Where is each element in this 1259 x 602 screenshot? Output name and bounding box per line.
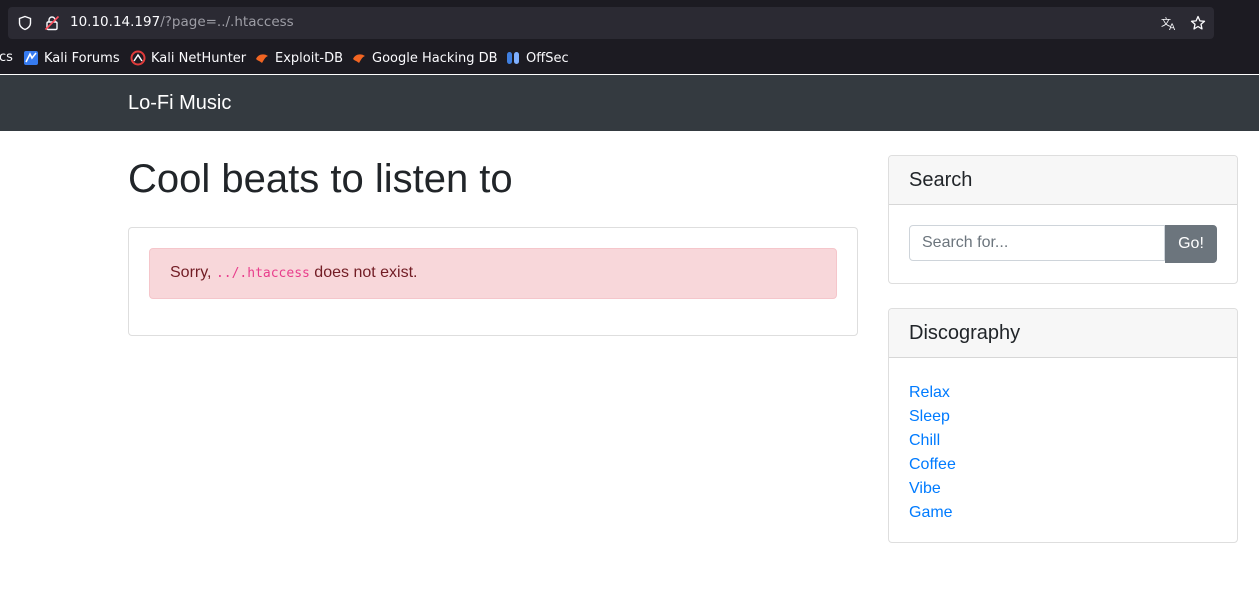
list-item: Game	[909, 501, 956, 525]
bookmark-exploit-db[interactable]: Exploit-DB	[254, 50, 343, 66]
insecure-lock-icon[interactable]	[44, 15, 60, 31]
ghdb-icon	[353, 54, 365, 63]
list-item: Chill	[909, 429, 956, 453]
url-host: 10.10.14.197	[70, 14, 161, 30]
bookmark-label: Google Hacking DB	[372, 50, 498, 66]
search-card-header: Search	[889, 156, 1237, 205]
translate-icon[interactable]: 文 A	[1161, 15, 1177, 31]
list-item: Vibe	[909, 477, 956, 501]
bookmark-label: Exploit-DB	[275, 50, 344, 66]
url-text[interactable]: 10.10.14.197/?page=../.htaccess	[70, 14, 294, 30]
discography-link-chill[interactable]: Chill	[909, 432, 940, 449]
svg-text:A: A	[1169, 23, 1176, 31]
page-title: Cool beats to listen to	[128, 157, 513, 201]
list-item: Coffee	[909, 453, 956, 477]
offsec-icon	[507, 52, 519, 64]
bookmark-truncated[interactable]: cs	[0, 50, 13, 65]
search-header-title: Search	[909, 169, 973, 191]
kali-nethunter-icon	[130, 50, 146, 66]
search-card: Search Go!	[888, 155, 1238, 284]
bookmark-label: Kali Forums	[44, 50, 120, 66]
content-card: Sorry, ../.htaccess does not exist.	[128, 227, 858, 336]
discography-card: Discography Relax Sleep Chill Coffee Vib…	[888, 308, 1238, 543]
alert-code: ../.htaccess	[215, 266, 310, 281]
bookmark-label: OffSec	[526, 50, 569, 66]
bookmark-star-icon[interactable]	[1190, 15, 1206, 31]
bookmark-label: cs	[0, 50, 13, 65]
discography-header-title: Discography	[909, 322, 1021, 344]
error-alert: Sorry, ../.htaccess does not exist.	[149, 248, 837, 299]
exploit-db-icon	[256, 54, 268, 63]
shield-icon[interactable]	[17, 15, 33, 31]
search-go-button[interactable]: Go!	[1165, 225, 1217, 263]
navbar-brand[interactable]: Lo-Fi Music	[128, 92, 231, 114]
bookmark-kali-forums[interactable]: Kali Forums	[23, 50, 120, 66]
alert-suffix: does not exist.	[309, 264, 418, 281]
address-bar[interactable]: 10.10.14.197/?page=../.htaccess 文 A	[8, 7, 1214, 39]
bookmark-kali-nethunter[interactable]: Kali NetHunter	[130, 50, 246, 66]
kali-forums-icon	[24, 51, 38, 65]
alert-message: Sorry, ../.htaccess does not exist.	[170, 264, 417, 282]
discography-link-vibe[interactable]: Vibe	[909, 480, 941, 497]
discography-card-header: Discography	[889, 309, 1237, 358]
alert-prefix: Sorry,	[170, 264, 216, 281]
bookmark-label: Kali NetHunter	[151, 50, 247, 66]
discography-link-coffee[interactable]: Coffee	[909, 456, 956, 473]
discography-list: Relax Sleep Chill Coffee Vibe Game	[909, 381, 956, 525]
list-item: Relax	[909, 381, 956, 405]
bookmarks-toolbar: cs Kali Forums Kali NetHunter Exploit-DB	[0, 48, 1259, 70]
discography-link-game[interactable]: Game	[909, 504, 953, 521]
browser-chrome: 10.10.14.197/?page=../.htaccess 文 A cs K…	[0, 0, 1259, 74]
discography-link-sleep[interactable]: Sleep	[909, 408, 950, 425]
list-item: Sleep	[909, 405, 956, 429]
url-path: /?page=../.htaccess	[160, 14, 294, 30]
site-navbar: Lo-Fi Music	[0, 75, 1259, 131]
bookmark-offsec[interactable]: OffSec	[505, 50, 569, 66]
discography-link-relax[interactable]: Relax	[909, 384, 950, 401]
bookmark-google-hacking-db[interactable]: Google Hacking DB	[351, 50, 498, 66]
search-input[interactable]	[909, 225, 1165, 261]
